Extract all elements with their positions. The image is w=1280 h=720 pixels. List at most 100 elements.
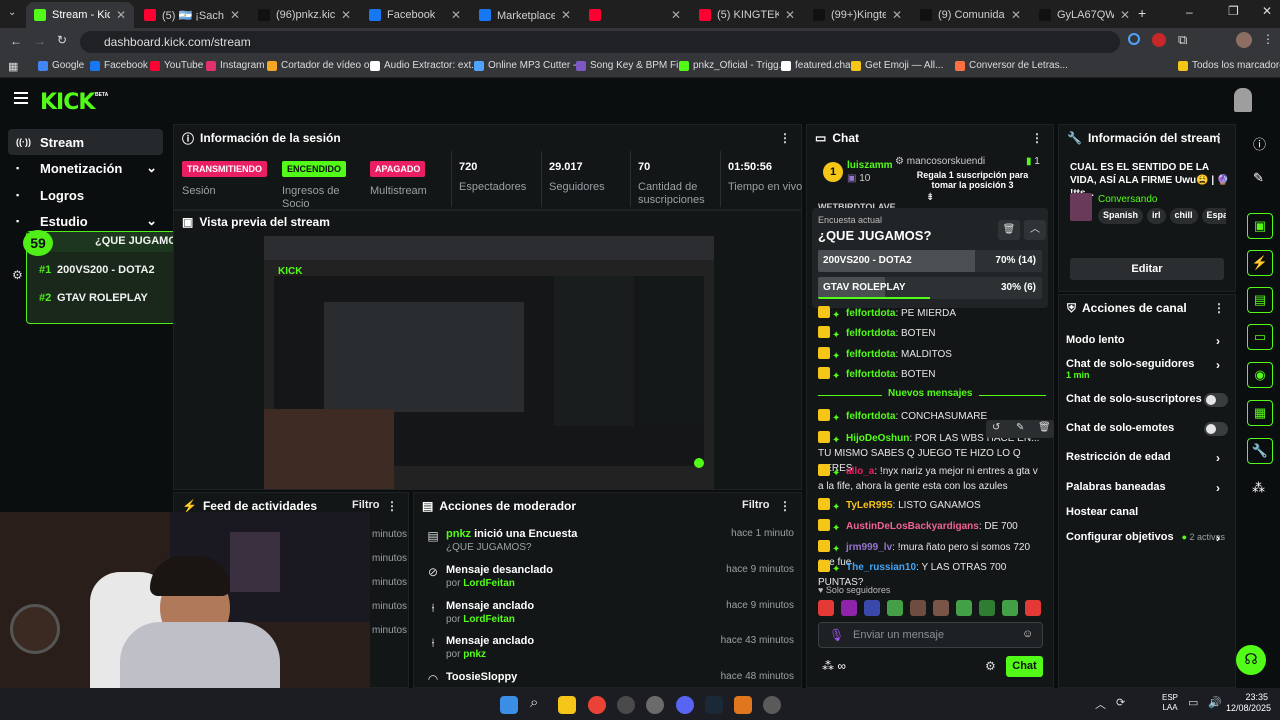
collapse-pinned-icon[interactable]: ⇟ — [926, 192, 934, 203]
clip-icon[interactable]: ▣ — [1247, 213, 1273, 239]
extension-icon[interactable] — [1152, 33, 1166, 47]
tab-close-icon[interactable]: ✕ — [561, 8, 571, 22]
chat-message[interactable]: ✦ AustinDeLosBackyardigans: DE 700 — [818, 519, 1046, 534]
tab-close-icon[interactable]: ✕ — [230, 8, 240, 22]
pin-icon[interactable]: ✎ — [1016, 422, 1024, 433]
extensions-puzzle-icon[interactable]: ⧉ — [1178, 32, 1187, 48]
bookmark-item[interactable]: featured.chat — [781, 60, 853, 71]
send-chat-button[interactable]: Chat — [1006, 656, 1043, 677]
info-icon[interactable]: ⓘ — [1253, 134, 1266, 153]
monitor-icon[interactable]: ▭ — [1188, 696, 1198, 709]
tab-close-icon[interactable]: ✕ — [341, 8, 351, 22]
restore-icon[interactable]: ❐ — [1228, 4, 1239, 18]
browser-tab[interactable]: (99+)Kingteka pi ✕ — [805, 2, 910, 28]
user-avatar[interactable] — [1234, 88, 1252, 112]
clock[interactable]: 23:35 12/08/2025 — [1226, 692, 1271, 714]
stream-tag[interactable]: chill — [1169, 208, 1198, 224]
emote-icon[interactable] — [818, 600, 834, 616]
hamburger-menu-icon[interactable] — [14, 92, 28, 104]
stream-tag[interactable]: Spanish — [1098, 208, 1144, 224]
bookmark-item[interactable]: pnkz_Oficial - Trigg... — [679, 60, 787, 71]
tab-search-icon[interactable]: ⌄ — [8, 7, 16, 18]
kick-logo[interactable]: KICK — [40, 90, 95, 115]
emoji-icon[interactable]: ☺ — [1022, 628, 1033, 640]
broadcast-icon[interactable]: ◉ — [1247, 362, 1273, 388]
bookmark-item[interactable]: Conversor de Letras... — [955, 60, 1068, 71]
bolt-icon[interactable]: ⚡ — [1247, 250, 1273, 276]
discord-icon[interactable] — [676, 696, 694, 714]
chat-username[interactable]: felfortdota — [846, 411, 895, 422]
browser-tab[interactable]: Marketplace - 🔥 ✕ — [471, 2, 579, 28]
chat-username[interactable]: AustinDeLosBackyardigans — [846, 521, 979, 532]
forward-icon[interactable]: → — [34, 34, 46, 48]
channel-action[interactable]: Configurar objetivos ● 2 activas › — [1066, 531, 1226, 545]
support-headset-icon[interactable]: ☊ — [1236, 645, 1266, 675]
tab-close-icon[interactable]: ✕ — [1120, 8, 1130, 22]
collapse-poll-icon[interactable]: ︿ — [1024, 220, 1046, 240]
chat-message[interactable]: ✦ felfortdota: MALDITOS — [818, 347, 1046, 362]
chat-username[interactable]: The_russian10 — [846, 562, 916, 573]
chat-points-icon[interactable]: ⁂ ∞ — [822, 659, 846, 673]
emote-icon[interactable] — [956, 600, 972, 616]
language-indicator[interactable]: ESP LAA — [1162, 693, 1178, 713]
bookmark-item[interactable]: YouTube — [150, 60, 203, 71]
emote-icon[interactable] — [1002, 600, 1018, 616]
obs-icon[interactable] — [646, 696, 664, 714]
tab-close-icon[interactable]: ✕ — [785, 8, 795, 22]
tab-close-icon[interactable]: ✕ — [116, 8, 126, 22]
chat-message[interactable]: ✦ felfortdota: PE MIERDA — [818, 306, 1046, 321]
browser-tab[interactable]: (5) 🇦🇷 ¡Sacha CO ✕ — [136, 2, 248, 28]
mod-actor[interactable]: pnkz — [446, 528, 471, 540]
poll-option[interactable]: 200VS200 - DOTA2 70% (14) — [818, 250, 1042, 272]
edit-icon[interactable]: ✎ — [1253, 170, 1264, 186]
emote-icon[interactable] — [887, 600, 903, 616]
chat-message[interactable]: ✦ felfortdota: BOTEN — [818, 367, 1046, 382]
chrome-icon[interactable] — [588, 696, 606, 714]
bookmark-item[interactable]: Google — [38, 60, 84, 71]
apps-icon[interactable]: ⁂ — [1252, 480, 1265, 496]
reload-icon[interactable]: ↻ — [57, 33, 67, 47]
bookmark-item[interactable]: Audio Extractor: ext... — [370, 60, 480, 71]
channel-action[interactable]: Restricción de edad › — [1066, 451, 1226, 465]
app-icon[interactable] — [734, 696, 752, 714]
toggle-switch[interactable] — [1204, 393, 1228, 407]
bookmark-item[interactable]: Get Emoji — All... — [851, 60, 943, 71]
channel-action[interactable]: Modo lento › — [1066, 334, 1226, 348]
channel-action[interactable]: Chat de solo-seguidores 1 min › — [1066, 358, 1226, 380]
emote-icon[interactable] — [864, 600, 880, 616]
moderator-menu-icon[interactable]: ⋮ — [779, 499, 791, 513]
chat-settings-icon[interactable]: ⚙ — [985, 659, 996, 673]
delete-icon[interactable]: 🗑 — [1038, 422, 1051, 433]
browser-tab[interactable]: ✕ — [581, 2, 689, 28]
apps-grid-icon[interactable]: ▦ — [8, 60, 18, 73]
bookmark-item[interactable]: Cortador de vídeo o... — [267, 60, 378, 71]
mod-sub-text[interactable]: LordFeitan — [463, 578, 515, 589]
bookmark-item[interactable]: Online MP3 Cutter -... — [474, 60, 585, 71]
stream-tag[interactable]: irl — [1147, 208, 1166, 224]
chat-username[interactable]: jrm999_lv — [846, 542, 892, 553]
moderator-filter-button[interactable]: Filtro — [742, 499, 770, 511]
edit-stream-button[interactable]: Editar — [1070, 258, 1224, 280]
browser-tab[interactable]: GyLA67QWUAAR ✕ — [1031, 2, 1138, 28]
browser-tab[interactable]: (96)pnkz.kick (@p ✕ — [250, 2, 359, 28]
chat-username[interactable]: HijoDeOshun — [846, 433, 909, 444]
activity-menu-icon[interactable]: ⋮ — [386, 499, 398, 513]
channel-action[interactable]: Palabras baneadas › — [1066, 481, 1226, 495]
minimize-icon[interactable]: – — [1186, 5, 1193, 19]
mod-sub-text[interactable]: pnkz — [463, 649, 486, 660]
settings-icon[interactable] — [763, 696, 781, 714]
gifter-username[interactable]: luiszamm — [847, 160, 893, 171]
file-explorer-icon[interactable] — [558, 696, 576, 714]
emote-icon[interactable] — [979, 600, 995, 616]
extension-icon[interactable] — [1128, 33, 1140, 45]
tab-close-icon[interactable]: ✕ — [671, 8, 681, 22]
chat-message[interactable]: ✦ allo_a: !nyx nariz ya mejor ni entres a… — [818, 464, 1046, 494]
emote-icon[interactable] — [933, 600, 949, 616]
chat-username[interactable]: allo_a — [846, 466, 874, 477]
bookmark-item[interactable]: Song Key & BPM Fi... — [576, 60, 687, 71]
chat-message-input[interactable]: 🎙 Enviar un mensaje ☺ — [818, 622, 1043, 648]
app-icon[interactable] — [617, 696, 635, 714]
chat-bubble-icon[interactable]: ▭ — [1247, 324, 1273, 350]
close-window-icon[interactable]: ✕ — [1262, 4, 1272, 18]
search-icon[interactable]: ⌕ — [530, 694, 538, 711]
